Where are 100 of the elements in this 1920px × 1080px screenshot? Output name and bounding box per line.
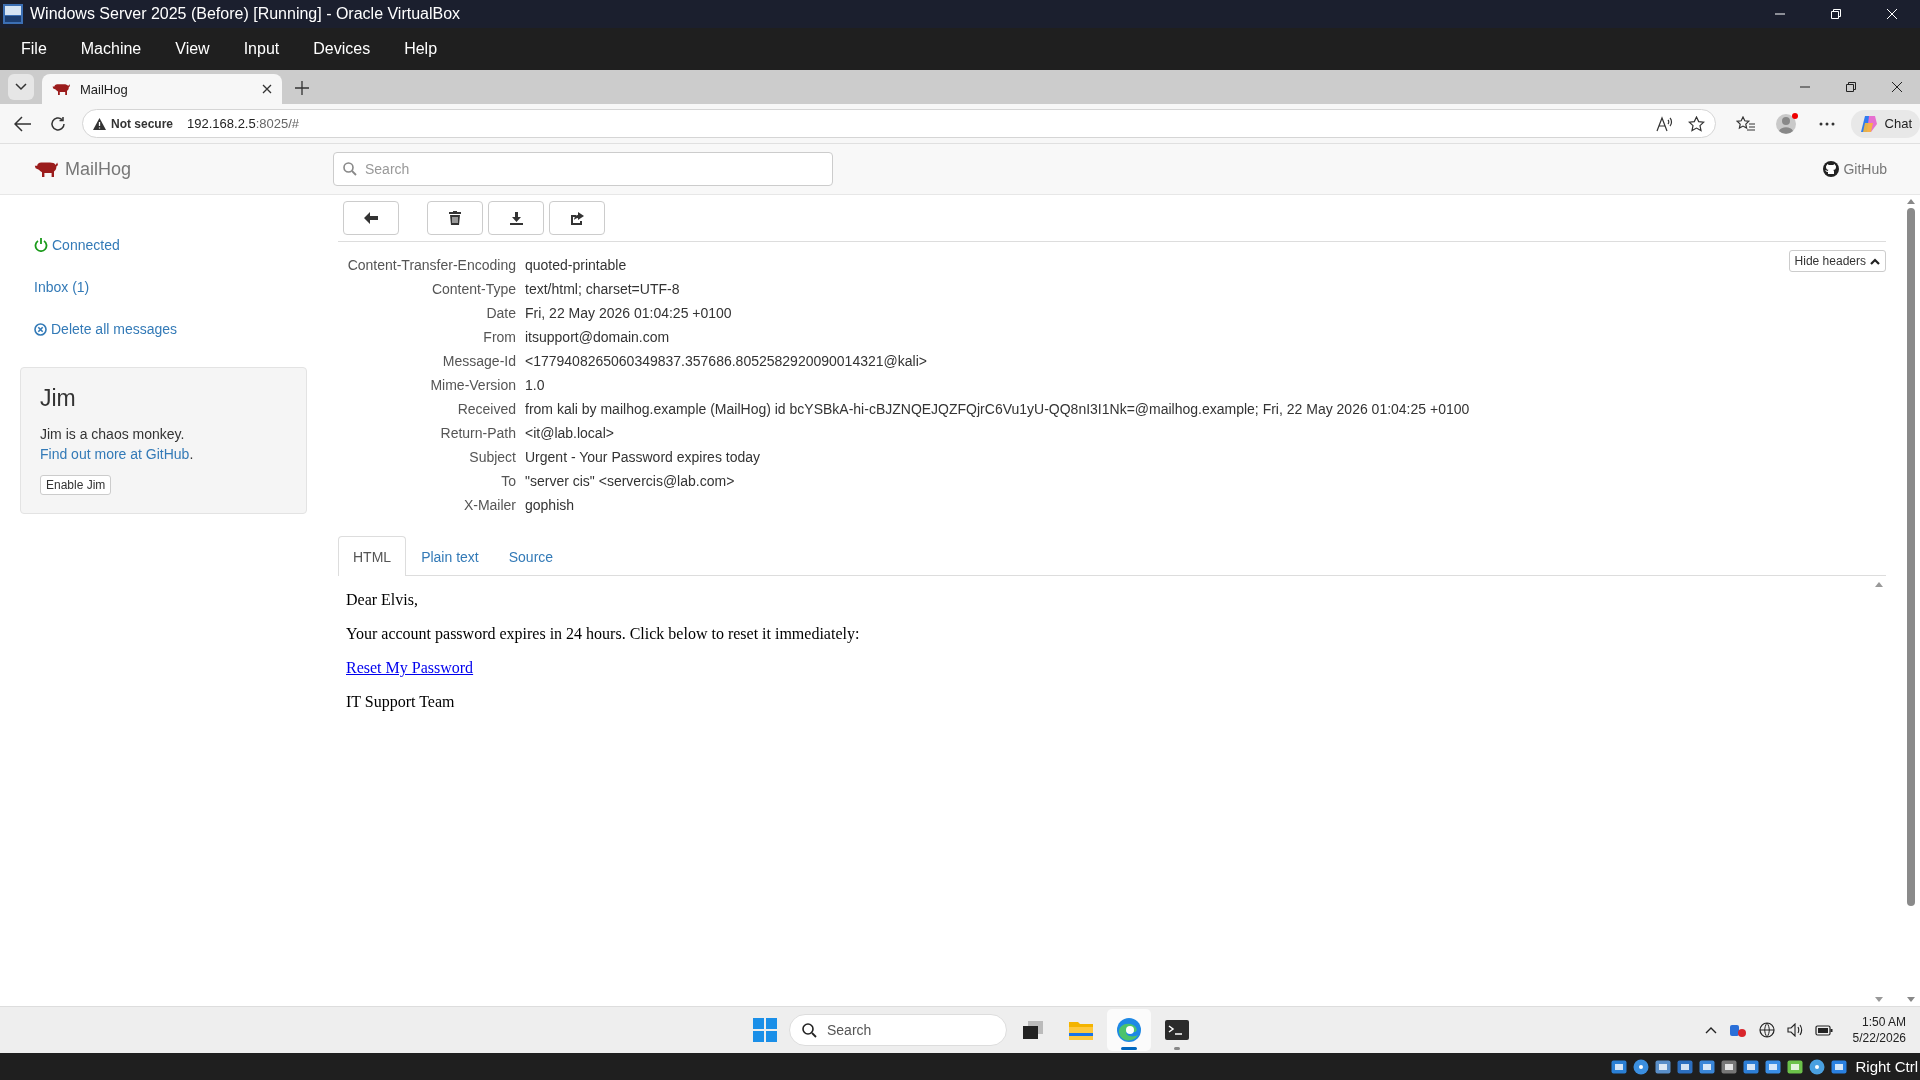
delete-button[interactable] bbox=[427, 201, 483, 235]
back-arrow-icon bbox=[364, 212, 378, 224]
header-value: gophish bbox=[525, 496, 576, 515]
panel-description: Jim is a chaos monkey. Find out more at GitHub. bbox=[40, 425, 195, 464]
task-view-icon bbox=[1022, 1020, 1044, 1040]
app-icon bbox=[3, 4, 23, 24]
header-value: text/html; charset=UTF-8 bbox=[525, 280, 681, 299]
email-paragraph: Dear Elvis, bbox=[346, 591, 419, 609]
scroll-up-icon[interactable] bbox=[1906, 199, 1915, 204]
header-value: from kali by mailhog.example (MailHog) id bcYSBkA-hi-cBJZNQEJQZFQjrC6Vu1yU-QQ8nI3I1Nk=@mailhog.example; Fri, 22 May 2026 01:04:25 +0100 bbox=[525, 400, 1471, 419]
menu-item[interactable]: File bbox=[4, 40, 64, 58]
search-placeholder: Search bbox=[827, 1022, 872, 1038]
profile-icon[interactable] bbox=[1774, 111, 1799, 136]
new-tab-icon[interactable] bbox=[294, 80, 310, 96]
email-paragraph: Your account password expires in 24 hours. Click below to reset it immediately: bbox=[346, 625, 861, 643]
star-icon[interactable] bbox=[1687, 115, 1705, 132]
close-icon[interactable] bbox=[262, 84, 272, 94]
search-icon bbox=[343, 162, 357, 176]
header-name: X-Mailer bbox=[462, 496, 516, 515]
window-title: Windows Server 2025 (Before) [Running] - Oracle VirtualBox bbox=[30, 5, 461, 23]
chat-button[interactable]: Chat bbox=[1850, 109, 1920, 138]
header-value: quoted-printable bbox=[525, 256, 628, 275]
header-name: From bbox=[482, 328, 516, 347]
enable-jim-button[interactable]: Enable Jim bbox=[40, 475, 112, 495]
view-tab[interactable]: Plain text bbox=[406, 536, 494, 576]
menu-item[interactable]: Help bbox=[387, 40, 455, 58]
power-icon bbox=[34, 238, 48, 252]
taskbar-search-field[interactable]: Search bbox=[789, 1014, 1007, 1046]
release-button[interactable] bbox=[549, 201, 605, 235]
view-tab[interactable]: HTML bbox=[338, 536, 407, 576]
reset-password-link[interactable]: Reset My Password bbox=[346, 659, 474, 676]
folder-icon bbox=[1069, 1020, 1093, 1040]
header-value: "server cis" <servercis@lab.com> bbox=[525, 472, 736, 491]
security-indicator[interactable]: Not secure bbox=[93, 116, 174, 131]
circle-x-icon bbox=[34, 322, 47, 336]
pig-icon bbox=[34, 160, 58, 178]
favicon-icon bbox=[52, 82, 70, 96]
speaker-icon[interactable] bbox=[1786, 1023, 1803, 1037]
browser-icon bbox=[1116, 1017, 1142, 1043]
header-value: 1.0 bbox=[525, 376, 546, 395]
header-value: <it@lab.local> bbox=[525, 424, 615, 443]
address-field[interactable]: Not secure 192.168.2.5:8025/# bbox=[82, 109, 1716, 138]
share-icon bbox=[570, 211, 584, 225]
search-field[interactable]: Search bbox=[333, 152, 833, 186]
scroll-down-icon[interactable] bbox=[1875, 997, 1883, 1002]
optical-disc-icon[interactable] bbox=[1633, 1058, 1650, 1075]
tab-list-button[interactable] bbox=[8, 74, 34, 100]
scroll-down-icon[interactable] bbox=[1906, 997, 1915, 1002]
header-value: Urgent - Your Password expires today bbox=[525, 448, 761, 467]
header-name: Return-Path bbox=[439, 424, 516, 443]
menu-item[interactable]: Devices bbox=[296, 40, 388, 58]
terminal-icon bbox=[1165, 1020, 1189, 1040]
github-link[interactable]: GitHub bbox=[1823, 161, 1887, 177]
header-value: <1779408265060349837.357686.8052582920090014321@kali> bbox=[525, 352, 928, 371]
header-name: Mime-Version bbox=[429, 376, 516, 395]
close-icon[interactable] bbox=[1891, 81, 1903, 93]
menu-item[interactable]: Input bbox=[226, 40, 297, 58]
delete-all-link[interactable]: Delete all messages bbox=[34, 319, 320, 339]
header-name: Received bbox=[456, 400, 516, 419]
url-text: 192.168.2.5:8025/# bbox=[187, 116, 300, 131]
battery-icon[interactable] bbox=[1814, 1024, 1833, 1036]
email-paragraph: IT Support Team bbox=[346, 693, 456, 711]
trash-icon bbox=[449, 211, 461, 225]
back-button[interactable] bbox=[343, 201, 399, 235]
restore-icon[interactable] bbox=[1845, 81, 1857, 93]
back-icon[interactable] bbox=[14, 115, 32, 132]
chevron-up-icon[interactable] bbox=[1704, 1026, 1717, 1034]
host-key-label: Right Ctrl bbox=[1855, 1058, 1918, 1075]
favorites-icon[interactable] bbox=[1735, 115, 1755, 132]
search-icon bbox=[802, 1022, 817, 1038]
copilot-icon bbox=[1858, 113, 1879, 134]
header-value: itsupport@domain.com bbox=[525, 328, 671, 347]
windows-logo-icon[interactable] bbox=[753, 1018, 777, 1042]
refresh-icon[interactable] bbox=[50, 115, 66, 132]
header-name: Content-Transfer-Encoding bbox=[346, 256, 516, 275]
read-aloud-icon[interactable] bbox=[1655, 115, 1674, 132]
header-name: Date bbox=[485, 304, 516, 323]
header-name: To bbox=[500, 472, 516, 491]
inbox-link[interactable]: Inbox (1) bbox=[34, 277, 320, 297]
header-value: Fri, 22 May 2026 01:04:25 +0100 bbox=[525, 304, 733, 323]
clock-time[interactable]: 1:50 AM bbox=[1861, 1014, 1906, 1030]
hide-headers-button[interactable]: Hide headers bbox=[1788, 250, 1886, 272]
view-tab[interactable]: Source bbox=[493, 536, 569, 576]
header-name: Message-Id bbox=[441, 352, 516, 371]
more-icon[interactable] bbox=[1818, 121, 1835, 126]
clock-date[interactable]: 5/22/2026 bbox=[1852, 1030, 1906, 1046]
menu-item[interactable]: Machine bbox=[63, 40, 159, 58]
scrollbar-thumb[interactable] bbox=[1906, 208, 1915, 906]
brand-name[interactable]: MailHog bbox=[65, 158, 132, 180]
panel-title: Jim bbox=[40, 385, 77, 412]
download-button[interactable] bbox=[488, 201, 544, 235]
browser-tab[interactable]: MailHog bbox=[42, 74, 282, 104]
status-text: Connected bbox=[52, 237, 120, 253]
header-name: Content-Type bbox=[430, 280, 516, 299]
warning-icon bbox=[93, 117, 106, 130]
devices-icon[interactable] bbox=[1728, 1022, 1747, 1038]
github-icon bbox=[1823, 161, 1840, 177]
menu-item[interactable]: View bbox=[158, 40, 227, 58]
scroll-up-icon[interactable] bbox=[1875, 582, 1883, 587]
header-name: Subject bbox=[468, 448, 516, 467]
